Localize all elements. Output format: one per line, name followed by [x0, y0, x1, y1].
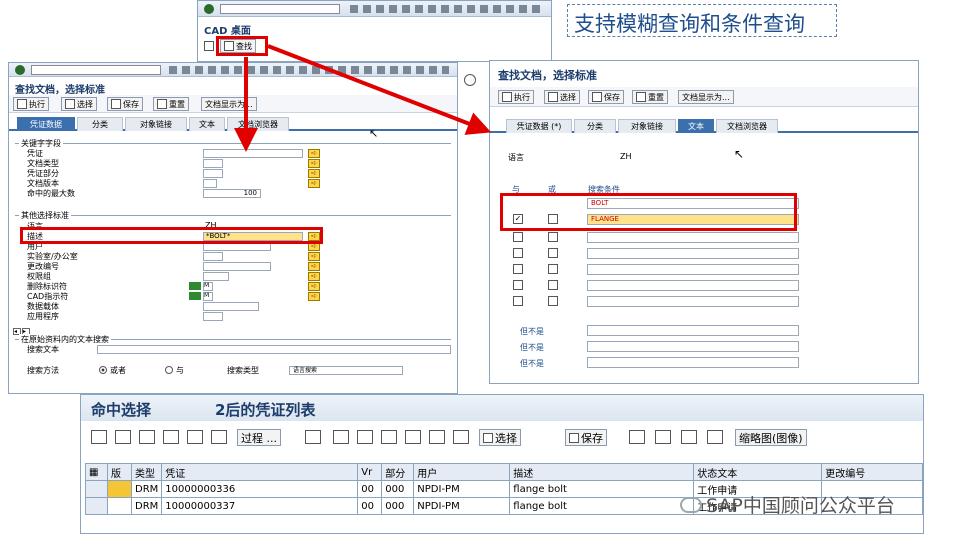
row-selector[interactable]	[85, 480, 108, 498]
select-all-icon[interactable]	[453, 430, 469, 444]
copy-icon[interactable]	[305, 430, 321, 444]
display-icon[interactable]	[139, 430, 155, 444]
version-cell	[107, 497, 132, 515]
save-list-icon[interactable]	[357, 430, 373, 444]
part-cell: 000	[381, 497, 415, 515]
document-icon[interactable]	[115, 430, 131, 444]
column-header-description[interactable]: 描述	[509, 463, 695, 481]
grid-icon[interactable]	[187, 430, 203, 444]
watermark-text: SAP中国顾问公众平台	[706, 495, 895, 517]
column-header-change-number[interactable]: 更改编号	[821, 463, 923, 481]
column-header-type[interactable]: 类型	[130, 463, 163, 481]
wechat-icon	[680, 496, 702, 513]
part-cell: 000	[381, 480, 415, 498]
document-cell[interactable]: 10000000337	[161, 497, 359, 515]
details-icon[interactable]	[381, 430, 397, 444]
vr-cell: 00	[357, 480, 383, 498]
vr-cell: 00	[357, 497, 383, 515]
description-cell: flange bolt	[509, 497, 695, 515]
document-cell[interactable]: 10000000336	[161, 480, 359, 498]
report-icon[interactable]	[405, 430, 421, 444]
layout-icon[interactable]	[629, 430, 645, 444]
user-cell: NPDI-PM	[413, 497, 511, 515]
column-header-status[interactable]: 状态文本	[693, 463, 823, 481]
watermark: SAP中国顾问公众平台	[680, 491, 895, 518]
type-cell: DRM	[130, 497, 163, 515]
user-cell: NPDI-PM	[413, 480, 511, 498]
column-selector-icon[interactable]: ▦	[85, 463, 108, 481]
description-cell: flange bolt	[509, 480, 695, 498]
print-icon[interactable]	[333, 430, 349, 444]
result-title: 命中选择	[91, 401, 152, 419]
version-cell	[107, 480, 132, 498]
thumbnail-button[interactable]: 缩略图(图像)	[735, 429, 807, 446]
column-header-vr[interactable]: Vr	[357, 463, 383, 481]
process-label: 过程 ...	[241, 431, 277, 445]
zoom-icon[interactable]	[707, 430, 723, 444]
result-title-bar: 命中选择 2后的凭证列表	[81, 395, 923, 421]
column-header-version[interactable]: 版	[107, 463, 132, 481]
glasses-icon[interactable]	[91, 430, 107, 444]
type-cell: DRM	[130, 480, 163, 498]
column-header-part[interactable]: 部分	[381, 463, 415, 481]
edit-icon[interactable]	[163, 430, 179, 444]
column-header-user[interactable]: 用户	[413, 463, 511, 481]
result-save-button[interactable]: 保存	[565, 429, 607, 446]
arrow-to-right-window	[267, 44, 492, 135]
result-subtitle: 2后的凭证列表	[215, 401, 316, 419]
result-select-button[interactable]: 选择	[479, 429, 521, 446]
result-select-label: 选择	[495, 431, 517, 445]
result-save-label: 保存	[581, 431, 603, 445]
result-table-header: ▦ 版 类型 凭证 Vr 部分 用户 描述 状态文本 更改编号	[85, 463, 923, 481]
tree-icon[interactable]	[211, 430, 227, 444]
export-icon[interactable]	[655, 430, 671, 444]
column-header-document[interactable]: 凭证	[161, 463, 359, 481]
thumbnail-label: 缩略图(图像)	[739, 431, 803, 445]
calc-icon[interactable]	[681, 430, 697, 444]
save-icon	[569, 432, 579, 443]
result-toolbar: 过程 ... 选择 保存 缩略图(图像)	[81, 425, 923, 449]
select-icon	[483, 432, 493, 443]
filter-icon[interactable]	[429, 430, 445, 444]
row-selector[interactable]	[85, 497, 108, 515]
process-button[interactable]: 过程 ...	[237, 429, 281, 446]
